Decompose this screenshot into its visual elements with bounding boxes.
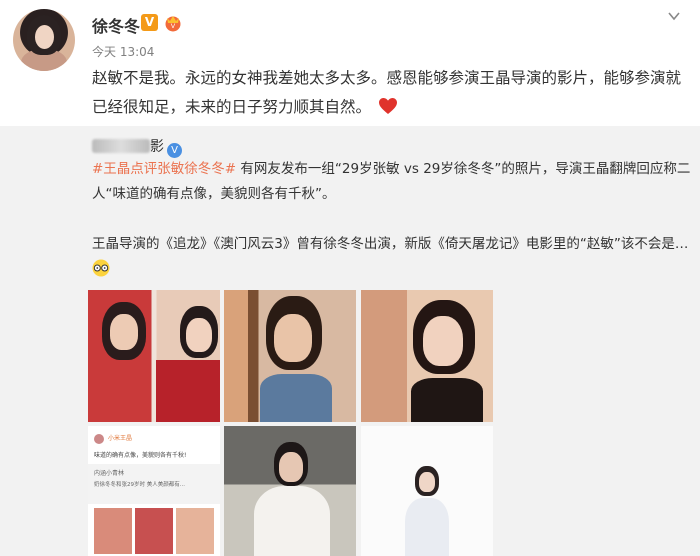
thumbnail [94,508,132,554]
photo-figure [186,318,212,352]
repost-paragraph-2: 王晶导演的《追龙》《澳门风云3》曾有徐冬冬出演，新版《倚天屠龙记》电影里的“赵敏… [92,236,689,252]
topic-link[interactable]: #王晶点评张敏徐冬冬# [92,161,236,177]
repost-username-suffix: 影 [150,139,164,155]
photo-tile-1[interactable] [88,290,220,422]
blurred-username [92,139,150,153]
photo-tile-6[interactable] [361,426,493,556]
photo-figure [405,498,449,556]
photo-tile-2[interactable] [224,290,356,422]
screenshot-line-1: 味道的确有点像，美貌则各有千秋! [94,452,187,459]
photo-figure [279,452,303,482]
member-crown-icon: V [165,16,181,32]
photo-figure [260,374,332,422]
screenshot-name: 小米王晶 [108,435,133,442]
post-time[interactable]: 今天 13:04 [92,43,154,60]
thumbnail [135,508,173,554]
thumbnail [176,508,214,554]
photo-figure [254,486,330,556]
photo-tile-5[interactable] [224,426,356,556]
photo-figure [419,472,435,492]
username[interactable]: 徐冬冬 [92,13,140,37]
screenshot-quote: 内涵小青林 奶徐冬冬和张29岁时 美人美颜都有... [88,464,220,504]
user-avatar[interactable] [13,9,75,71]
red-heart-icon [378,98,397,114]
avatar [94,434,104,444]
screenshot-line-2: 内涵小青林 [94,470,125,477]
verified-blue-icon: V [167,143,182,158]
repost-text: #王晶点评张敏徐冬冬# 有网友发布一组“29岁张敏 vs 29岁徐冬冬”的照片，… [92,157,692,207]
photo-figure [423,316,463,366]
glasses-emoji-icon [92,259,110,277]
repost-user[interactable]: 影V [92,136,182,158]
chevron-down-icon[interactable] [667,9,681,23]
photo-tile-3[interactable] [361,290,493,422]
photo-figure [110,314,138,350]
post-text: 赵敏不是我。永远的女神我差她太多太多。感恩能够参演王晶导演的影片，能够参演就已经… [92,64,692,122]
svg-text:V: V [171,22,176,30]
photo-figure [411,378,483,422]
verified-badge-icon: V [141,14,158,31]
photo-figure [156,360,220,422]
photo-figure [274,314,312,362]
photo-tile-screenshot[interactable]: 小米王晶 味道的确有点像，美貌则各有千秋! 内涵小青林 奶徐冬冬和张29岁时 美… [88,426,220,556]
screenshot-line-3: 奶徐冬冬和张29岁时 美人美颜都有... [94,482,185,488]
repost-text-2: 王晶导演的《追龙》《澳门风云3》曾有徐冬冬出演，新版《倚天屠龙记》电影里的“赵敏… [92,232,692,282]
